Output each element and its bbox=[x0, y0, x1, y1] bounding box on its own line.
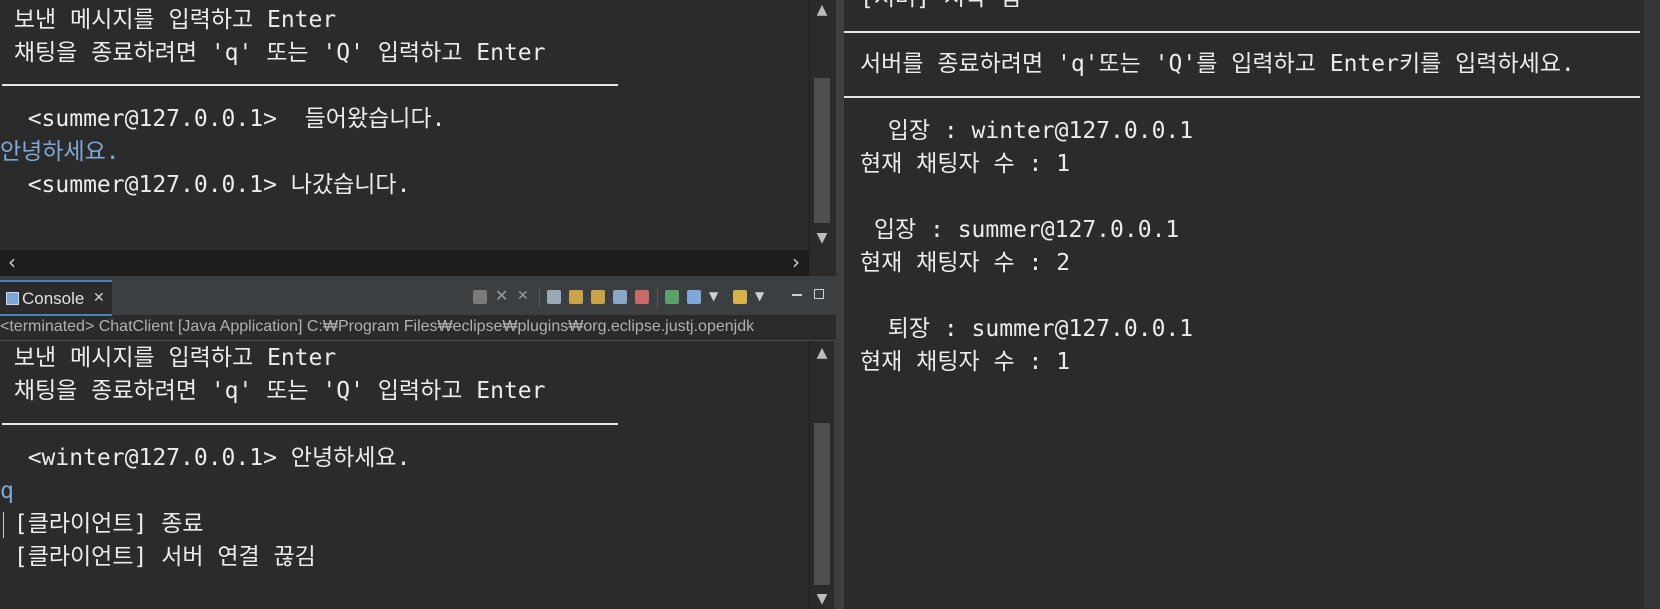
top-vertical-scrollbar[interactable]: ▲ ▼ bbox=[809, 0, 834, 250]
display-selected-console-icon[interactable] bbox=[687, 290, 701, 304]
console-line: 보낸 메시지를 입력하고 Enter bbox=[0, 345, 337, 371]
show-on-output-icon[interactable] bbox=[613, 290, 627, 304]
open-console-icon[interactable] bbox=[733, 290, 747, 304]
scroll-left-arrow-icon[interactable]: ‹ bbox=[2, 250, 22, 276]
server-instruction: 서버를 종료하려면 'q'또는 'Q'를 입력하고 Enter키를 입력하세요. bbox=[860, 51, 1575, 77]
scroll-right-arrow-icon[interactable]: › bbox=[786, 250, 806, 276]
process-status-line: <terminated> ChatClient [Java Applicatio… bbox=[0, 318, 755, 335]
console-line: <summer@127.0.0.1> 들어왔습니다. bbox=[0, 106, 446, 132]
maximize-icon[interactable] bbox=[814, 289, 824, 299]
close-icon[interactable]: ✕ bbox=[93, 289, 105, 306]
chevron-down-icon[interactable]: ▼ bbox=[709, 289, 718, 303]
server-event-line: 입장 : summer@127.0.0.1 bbox=[860, 217, 1180, 243]
console-line: [클라이언트] 서버 연결 끊김 bbox=[0, 544, 316, 570]
console-line: 채팅을 종료하려면 'q' 또는 'Q' 입력하고 Enter bbox=[0, 378, 546, 404]
chevron-down-icon[interactable]: ▼ bbox=[755, 289, 764, 303]
terminate-icon[interactable] bbox=[473, 290, 487, 304]
separator-line bbox=[2, 423, 618, 425]
scroll-down-arrow-icon[interactable]: ▼ bbox=[810, 589, 834, 609]
pin-console-icon[interactable] bbox=[665, 290, 679, 304]
console-line: <winter@127.0.0.1> 안녕하세요. bbox=[0, 445, 411, 471]
server-event-line: 현재 채팅자 수 : 1 bbox=[860, 151, 1071, 177]
tab-underline bbox=[0, 314, 112, 316]
right-edge-strip bbox=[1644, 0, 1660, 609]
tab-label: Console bbox=[22, 289, 85, 308]
separator-line bbox=[844, 96, 1640, 98]
console-input-echo: 안녕하세요. bbox=[0, 139, 120, 165]
server-start-line: [서버] 시작 됨 bbox=[860, 0, 1021, 15]
word-wrap-icon[interactable] bbox=[591, 290, 605, 304]
scroll-up-arrow-icon[interactable]: ▲ bbox=[810, 0, 834, 20]
toolbar-separator bbox=[657, 288, 658, 308]
server-event-line: 입장 : winter@127.0.0.1 bbox=[860, 118, 1194, 144]
tab-console[interactable]: Console ✕ bbox=[0, 280, 112, 317]
separator-line bbox=[2, 84, 618, 86]
toolbar-separator bbox=[539, 288, 540, 308]
console-icon bbox=[6, 292, 19, 305]
server-console-output[interactable]: [서버] 시작 됨 서버를 종료하려면 'q'또는 'Q'를 입력하고 Ente… bbox=[844, 0, 1644, 609]
remove-launch-icon[interactable]: ✕ bbox=[495, 288, 509, 304]
console-line: 채팅을 종료하려면 'q' 또는 'Q' 입력하고 Enter bbox=[0, 40, 546, 66]
show-on-error-icon[interactable] bbox=[635, 290, 649, 304]
scroll-up-arrow-icon[interactable]: ▲ bbox=[810, 343, 834, 363]
scroll-down-arrow-icon[interactable]: ▼ bbox=[810, 228, 834, 248]
window-splitter[interactable] bbox=[836, 0, 844, 609]
top-horizontal-scrollbar[interactable]: ‹ › bbox=[0, 250, 809, 276]
console-line: <summer@127.0.0.1> 나갔습니다. bbox=[0, 172, 411, 198]
clear-console-icon[interactable] bbox=[547, 290, 561, 304]
top-console-output[interactable]: 보낸 메시지를 입력하고 Enter 채팅을 종료하려면 'q' 또는 'Q' … bbox=[0, 0, 810, 250]
remove-all-terminated-icon[interactable]: ✕ bbox=[517, 289, 531, 303]
minimize-icon[interactable] bbox=[792, 294, 802, 296]
scroll-thumb[interactable] bbox=[814, 78, 830, 223]
server-event-line: 현재 채팅자 수 : 2 bbox=[860, 250, 1071, 276]
console-view-toolbar: Console ✕ ✕ ✕ ▼ ▼ bbox=[0, 280, 836, 317]
scroll-thumb[interactable] bbox=[814, 423, 830, 585]
bottom-console-output[interactable]: 보낸 메시지를 입력하고 Enter 채팅을 종료하려면 'q' 또는 'Q' … bbox=[0, 341, 810, 609]
server-event-line: 퇴장 : summer@127.0.0.1 bbox=[860, 316, 1194, 342]
separator-line bbox=[844, 31, 1640, 33]
bottom-vertical-scrollbar[interactable]: ▲ ▼ bbox=[809, 341, 834, 609]
server-event-line: 현재 채팅자 수 : 1 bbox=[860, 349, 1071, 375]
console-input-echo: q bbox=[0, 478, 14, 504]
console-line: [클라이언트] 종료 bbox=[0, 511, 204, 537]
console-line: 보낸 메시지를 입력하고 Enter bbox=[0, 7, 337, 33]
scroll-lock-icon[interactable] bbox=[569, 290, 583, 304]
